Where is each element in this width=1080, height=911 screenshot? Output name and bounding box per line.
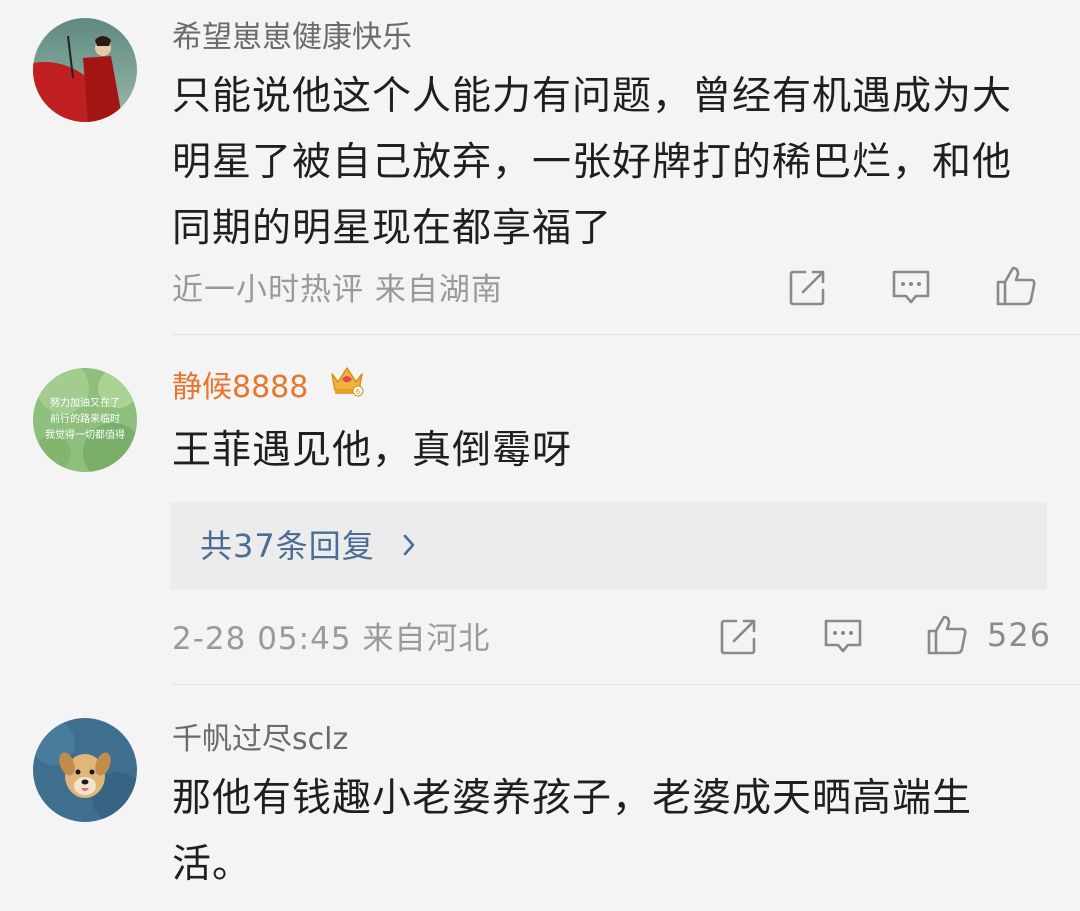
avatar[interactable] bbox=[33, 18, 137, 122]
comment-meta: 近一小时热评 来自湖南 bbox=[172, 272, 503, 308]
comment-list: 希望崽崽健康快乐 只能说他这个人能力有问题，曾经有机遇成为大明星了被自己放弃，一… bbox=[0, 0, 1080, 911]
like-button[interactable]: 526 bbox=[925, 613, 1051, 657]
svg-text:6: 6 bbox=[356, 388, 361, 396]
dog-avatar-icon bbox=[33, 718, 137, 822]
thumbs-up-icon bbox=[996, 266, 1036, 306]
username[interactable]: 希望崽崽健康快乐 bbox=[172, 18, 412, 58]
reply-button[interactable] bbox=[890, 268, 932, 308]
comment-meta: 2-28 05:45 来自河北 bbox=[172, 621, 491, 657]
comment-text: 王菲遇见他，真倒霉呀 bbox=[172, 428, 573, 473]
avatar[interactable] bbox=[33, 718, 137, 822]
share-icon bbox=[789, 270, 825, 306]
vip-crown-badge-icon: 6 bbox=[328, 362, 366, 409]
like-count: 526 bbox=[987, 616, 1052, 654]
comment-icon bbox=[824, 619, 862, 653]
avatar[interactable]: 努力加油又在了 前行的路来临时 我觉得一切都值得 bbox=[33, 368, 137, 472]
comment-text: 那他有钱趣小老婆养孩子，老婆成天晒高端生活。 bbox=[172, 776, 973, 887]
view-replies-link[interactable]: 共37条回复 bbox=[200, 526, 416, 566]
comment-icon bbox=[892, 270, 930, 304]
red-cloak-figure-avatar-icon bbox=[33, 18, 137, 122]
reply-button[interactable] bbox=[822, 617, 864, 657]
username[interactable]: 静候8888 6 bbox=[172, 367, 366, 409]
share-icon bbox=[720, 619, 756, 655]
replies-box[interactable]: 共37条回复 bbox=[170, 502, 1047, 590]
share-button[interactable] bbox=[718, 617, 758, 657]
divider bbox=[172, 334, 1080, 335]
comment-text: 只能说他这个人能力有问题，曾经有机遇成为大明星了被自己放弃，一张好牌打的稀巴烂，… bbox=[172, 74, 1013, 251]
username[interactable]: 千帆过尽sclz bbox=[172, 720, 348, 760]
thumbs-up-icon bbox=[927, 615, 967, 655]
like-button[interactable] bbox=[994, 264, 1038, 308]
share-button[interactable] bbox=[787, 268, 827, 308]
divider bbox=[172, 684, 1080, 685]
chevron-right-icon bbox=[402, 526, 416, 566]
avatar-caption: 努力加油又在了 前行的路来临时 我觉得一切都值得 bbox=[45, 398, 125, 441]
